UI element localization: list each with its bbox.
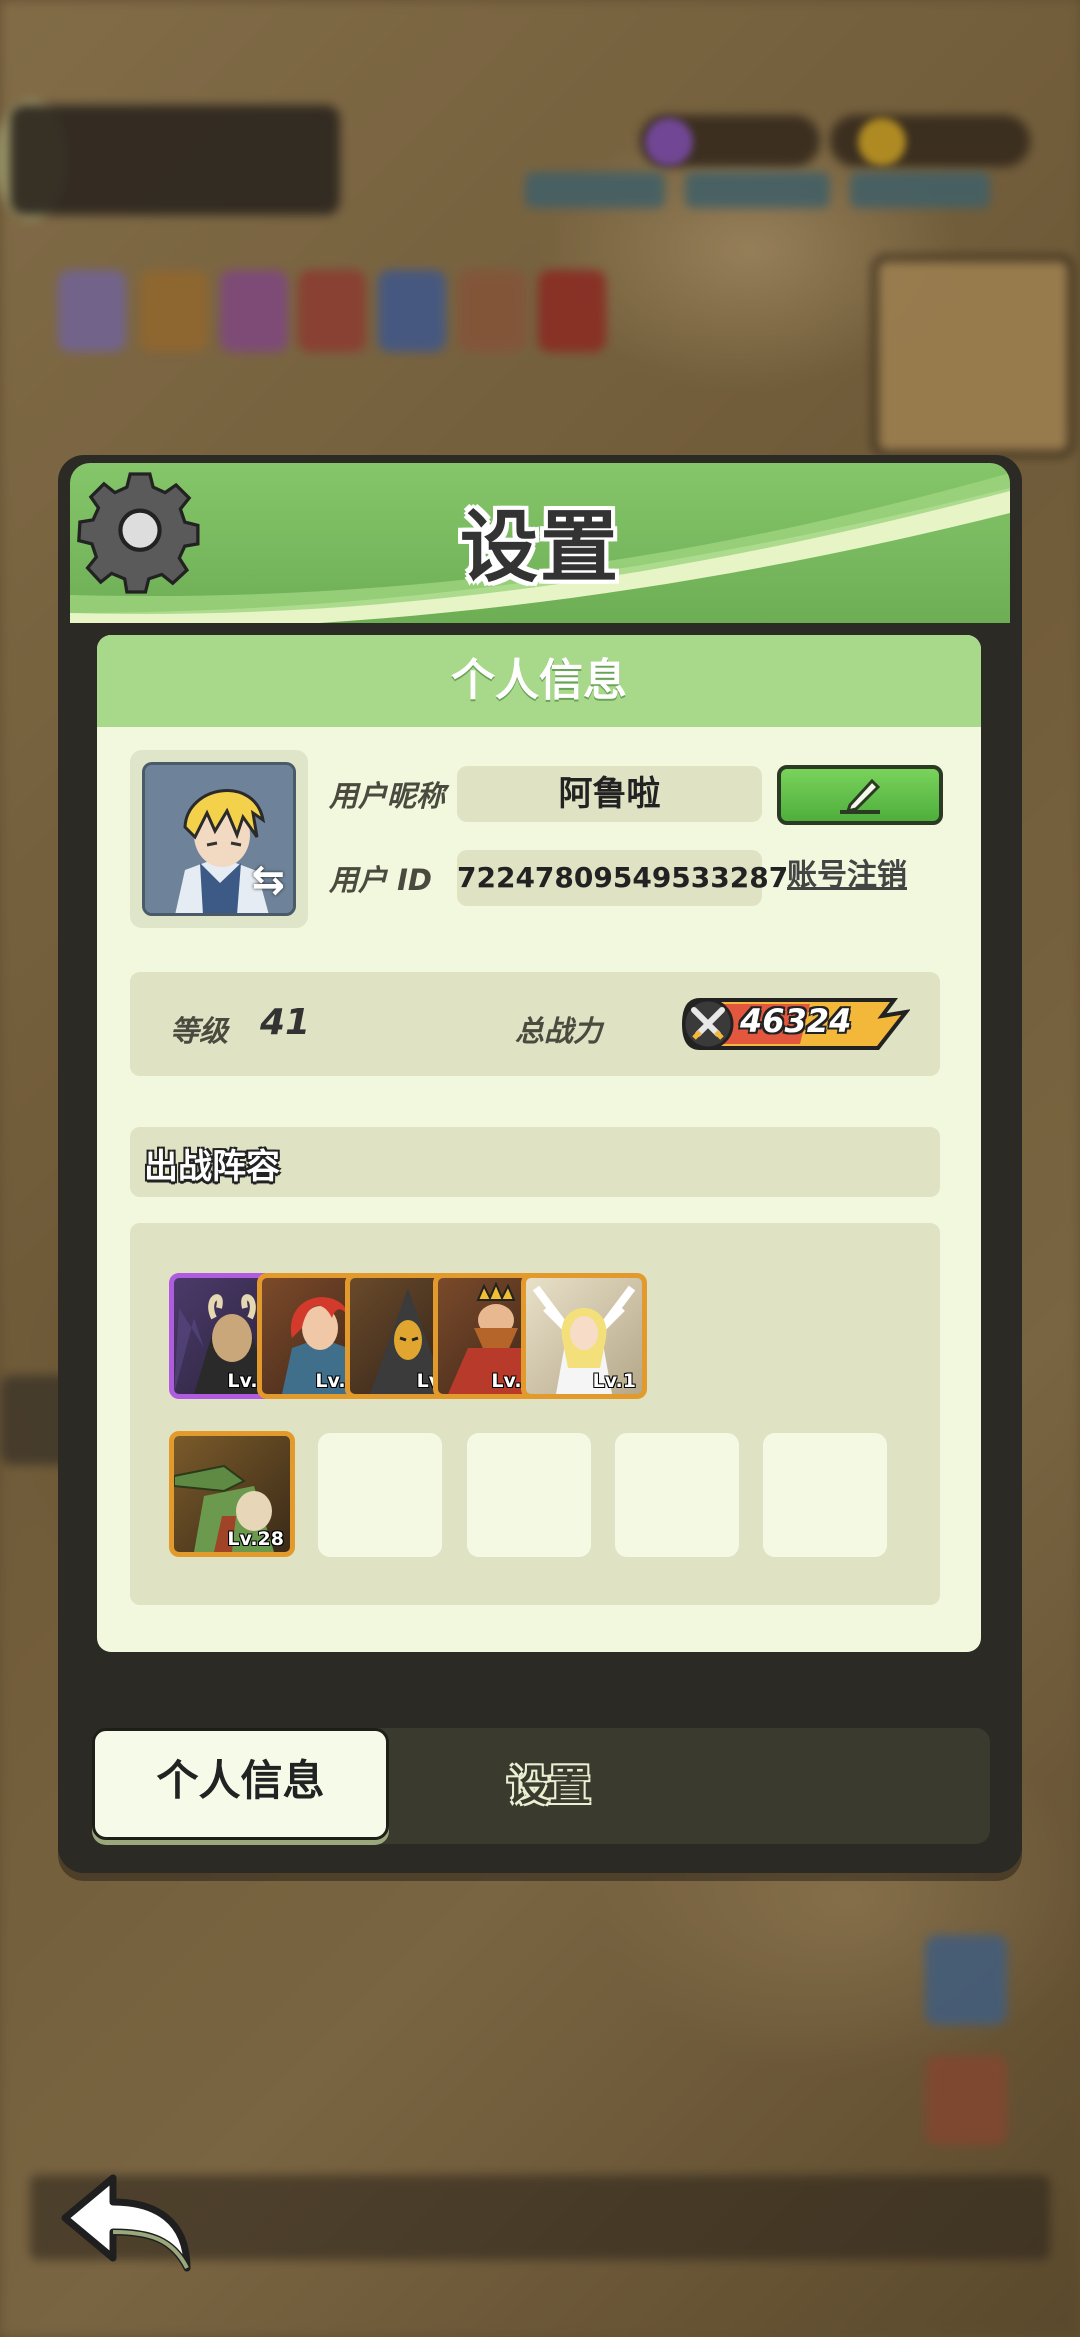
- nickname-field: 阿鲁啦: [457, 766, 762, 822]
- lineup-grid: Lv.15 Lv.21 Lv.1 Lv.: [130, 1223, 940, 1605]
- level-label: 等级: [170, 1014, 229, 1048]
- empty-hero-slot[interactable]: [467, 1433, 591, 1557]
- lineup-header: 出战阵容: [130, 1127, 940, 1197]
- tab-settings[interactable]: 设置: [389, 1728, 709, 1840]
- empty-hero-slot[interactable]: [763, 1433, 887, 1557]
- empty-hero-slot[interactable]: [615, 1433, 739, 1557]
- lineup-title: 出战阵容: [144, 1147, 280, 1187]
- hero-level: Lv.28: [227, 1528, 284, 1550]
- power-value: 46324: [740, 1002, 852, 1040]
- settings-tabs: 个人信息 设置: [92, 1728, 990, 1844]
- pencil-icon: [840, 778, 881, 814]
- profile-card: 个人信息 ⇆ 用户昵称 阿鲁啦 用户 ID 72247809549533287 …: [97, 635, 981, 1652]
- hero-level: Lv.1: [592, 1370, 636, 1392]
- avatar-frame[interactable]: ⇆: [130, 750, 308, 928]
- power-badge: 46324: [680, 996, 911, 1052]
- swap-icon: ⇆: [251, 857, 285, 903]
- empty-hero-slot[interactable]: [318, 1433, 442, 1557]
- level-value: 41: [260, 1002, 311, 1043]
- avatar[interactable]: ⇆: [142, 762, 296, 916]
- panel-header: 设置: [70, 463, 1010, 623]
- user-id-field: 72247809549533287: [457, 850, 788, 906]
- power-label: 总战力: [515, 1014, 603, 1048]
- panel-title: 设置: [459, 503, 620, 593]
- nickname-label: 用户昵称: [329, 779, 446, 813]
- tab-personal-info[interactable]: 个人信息: [92, 1728, 389, 1840]
- edit-nickname-button[interactable]: [777, 765, 943, 825]
- back-arrow-icon[interactable]: [55, 2170, 195, 2280]
- white-goddess-hero-icon[interactable]: Lv.1: [521, 1273, 647, 1399]
- level-power-row: 等级 41 总战力 46324: [130, 972, 940, 1076]
- crocodile-rider-hero-icon[interactable]: Lv.28: [169, 1431, 295, 1557]
- cancel-account-link[interactable]: 账号注销: [787, 850, 907, 894]
- user-id-label: 用户 ID: [329, 863, 432, 897]
- profile-section-title: 个人信息: [97, 635, 981, 727]
- crossed-swords-icon: [691, 1007, 725, 1040]
